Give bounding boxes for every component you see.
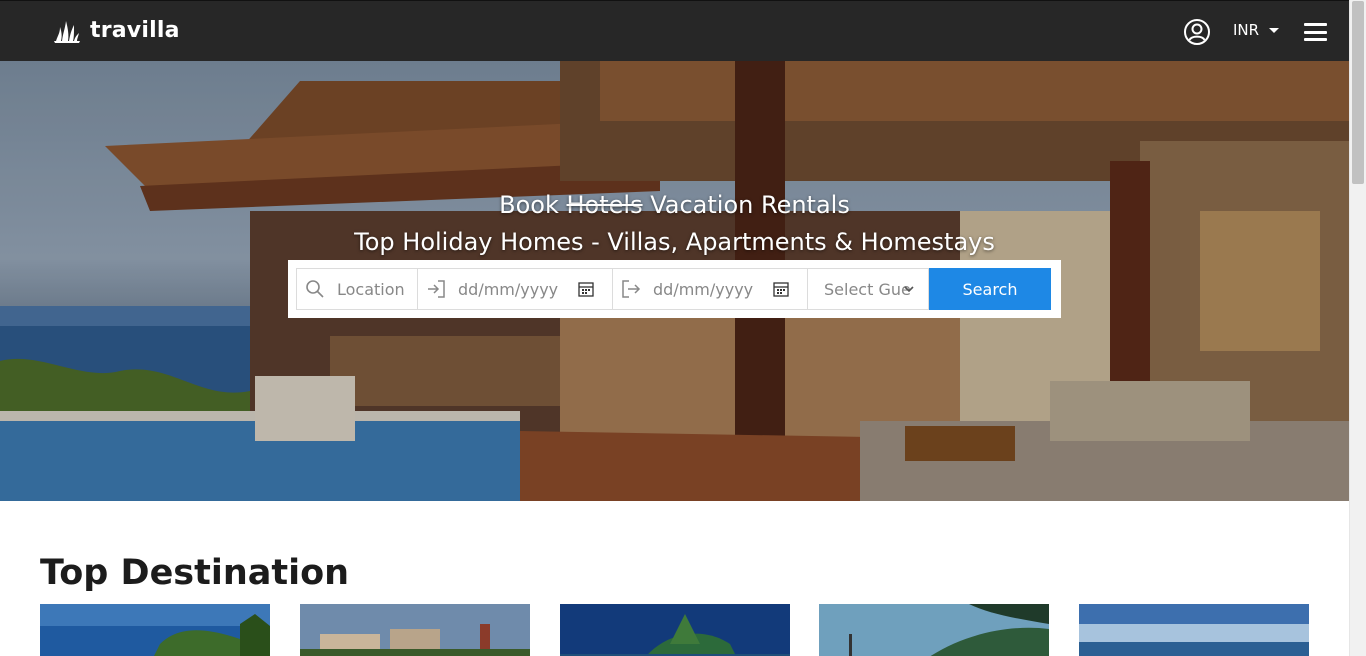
destination-card[interactable] [560, 604, 790, 656]
check-out-icon [622, 280, 641, 298]
destination-card[interactable] [819, 604, 1049, 656]
checkin-field[interactable]: dd/mm/yyyy [418, 268, 613, 310]
destination-card[interactable] [40, 604, 270, 656]
hero-banner: Book Hotels Vacation Rentals Top Holiday… [0, 61, 1349, 501]
calendar-icon[interactable] [578, 281, 594, 297]
checkout-input[interactable]: dd/mm/yyyy [653, 280, 753, 299]
calendar-icon[interactable] [773, 281, 789, 297]
logo[interactable]: travilla [52, 15, 180, 45]
vertical-scrollbar[interactable] [1349, 0, 1366, 656]
scrollbar-thumb[interactable] [1352, 1, 1364, 184]
guests-select-label: Select Gue [824, 279, 911, 299]
hero-title: Book Hotels Vacation Rentals [0, 191, 1349, 219]
currency-label: INR [1233, 21, 1260, 39]
hero-subtitle: Top Holiday Homes - Villas, Apartments &… [354, 228, 995, 256]
chevron-down-icon [904, 286, 914, 293]
search-button[interactable]: Search [929, 268, 1051, 310]
section-title: Top Destination [40, 553, 350, 593]
hamburger-menu-icon[interactable] [1304, 23, 1327, 41]
currency-dropdown[interactable]: INR [1233, 21, 1280, 39]
hero-title-struck: Hotels [566, 191, 643, 219]
user-circle-icon[interactable] [1183, 18, 1211, 46]
location-input[interactable]: Location [337, 280, 405, 299]
logo-icon [54, 21, 80, 43]
search-form: Location dd/mm/yyyy dd/mm/yyyy Select Gu… [288, 260, 1061, 318]
hero-title-prefix: Book [499, 191, 559, 219]
location-field[interactable]: Location [296, 268, 418, 310]
page: travilla INR Book Hotels Vacation Rental… [0, 0, 1349, 656]
checkin-input[interactable]: dd/mm/yyyy [458, 280, 558, 299]
checkout-field[interactable]: dd/mm/yyyy [613, 268, 808, 310]
destination-card[interactable] [300, 604, 530, 656]
hero-title-suffix: Vacation Rentals [650, 191, 850, 219]
guests-select[interactable]: Select Gue [808, 268, 929, 310]
check-in-icon [428, 280, 445, 298]
caret-down-icon [1269, 27, 1280, 33]
top-navbar: travilla INR [0, 0, 1349, 61]
logo-text: travilla [90, 17, 180, 43]
search-icon [306, 280, 324, 298]
destination-card[interactable] [1079, 604, 1309, 656]
